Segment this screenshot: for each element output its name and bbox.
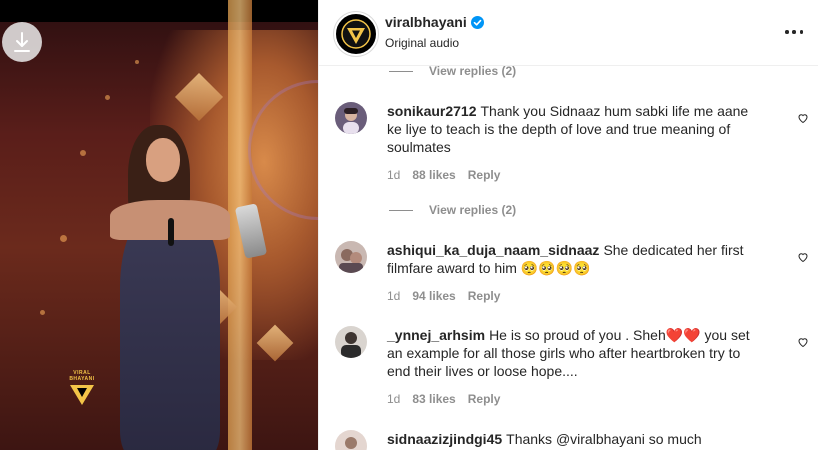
comment-body: Thanks @viralbhayani so much [506,431,702,447]
avatar-image [335,241,367,273]
comment-meta: 1d 94 likes Reply [387,289,500,303]
comment-username[interactable]: sidnaazizjindgi45 [387,431,502,447]
author-avatar[interactable] [334,12,378,56]
audio-link[interactable]: Original audio [385,36,459,50]
comment-username[interactable]: _ynnej_arhsim [387,327,485,343]
comment-likes[interactable]: 94 likes [412,289,455,303]
viral-logo-icon [70,385,94,405]
video-top-bar [0,0,318,22]
view-replies-button[interactable]: View replies (2) [389,203,516,217]
comment-item: _ynnej_arhsim He is so proud of you . She… [335,326,808,416]
post-panel: viralbhayani Original audio View replies… [318,0,818,450]
post-header: viralbhayani Original audio [319,0,818,66]
brand-watermark: VIRAL BHAYANI [62,370,102,411]
heart-icon[interactable] [797,112,809,124]
reply-button[interactable]: Reply [468,392,501,406]
watermark-text: VIRAL BHAYANI [69,370,95,382]
comment-text: _ynnej_arhsim He is so proud of you . She… [387,326,757,380]
presenter-face [146,138,180,182]
comment-age: 1d [387,289,401,303]
commenter-avatar[interactable] [335,430,367,450]
view-replies-label: View replies (2) [429,203,517,217]
presenter-dress [120,215,220,450]
heart-icon[interactable] [797,336,809,348]
bokeh-light [105,95,110,100]
comment-age: 1d [387,168,401,182]
reply-button[interactable]: Reply [468,168,501,182]
comment-username[interactable]: ashiqui_ka_duja_naam_sidnaaz [387,242,599,258]
comment-item: ashiqui_ka_duja_naam_sidnaaz She dedicate… [335,241,808,311]
comments-list[interactable]: View replies (2) sonikaur2712 Thank you S… [319,66,818,450]
author-username[interactable]: viralbhayani [385,14,484,30]
microphone [168,218,174,246]
comment-text: sidnaazizjindgi45 Thanks @viralbhayani so… [387,430,757,448]
bokeh-light [40,310,45,315]
download-button[interactable] [2,22,42,62]
bokeh-light [135,60,139,64]
verified-badge-icon [470,15,484,29]
comment-age: 1d [387,392,401,406]
comment-username[interactable]: sonikaur2712 [387,103,477,119]
avatar-image [335,430,367,450]
commenter-avatar[interactable] [335,241,367,273]
bokeh-light [80,150,86,156]
avatar-image [335,102,367,134]
commenter-avatar[interactable] [335,102,367,134]
bokeh-light [60,235,67,242]
reply-button[interactable]: Reply [468,289,501,303]
author-username-text: viralbhayani [385,14,467,30]
comment-meta: 1d 88 likes Reply [387,168,500,182]
viral-logo-icon [341,19,371,49]
reel-video[interactable]: VIRAL BHAYANI [0,0,318,450]
avatar-image [335,326,367,358]
comment-likes[interactable]: 88 likes [412,168,455,182]
divider-line [389,70,413,72]
view-replies-label: View replies (2) [429,66,517,78]
view-replies-button[interactable]: View replies (2) [389,66,516,78]
comment-item: sidnaazizjindgi45 Thanks @viralbhayani so… [335,430,805,450]
comment-text: sonikaur2712 Thank you Sidnaaz hum sabki … [387,102,757,156]
commenter-avatar[interactable] [335,326,367,358]
comment-text: ashiqui_ka_duja_naam_sidnaaz She dedicate… [387,241,757,277]
comment-meta: 1d 83 likes Reply [387,392,500,406]
divider-line [389,209,413,211]
download-icon [14,32,30,52]
comment-likes[interactable]: 83 likes [412,392,455,406]
heart-icon[interactable] [797,251,809,263]
comment-item: sonikaur2712 Thank you Sidnaaz hum sabki … [335,102,808,192]
more-options-icon[interactable] [785,23,803,41]
